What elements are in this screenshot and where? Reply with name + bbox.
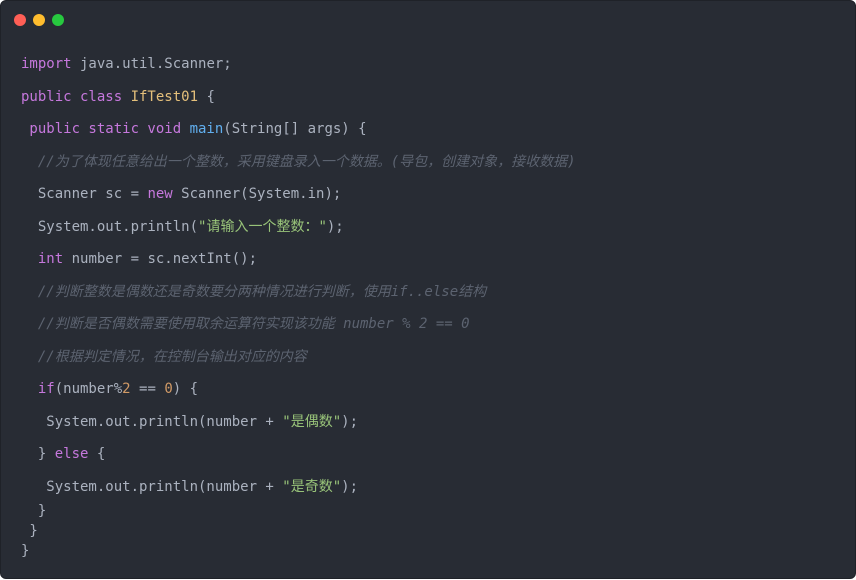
code-token: //判断是否偶数需要使用取余运算符实现该功能 number % 2 == 0 [21,316,470,332]
code-token: { [88,446,106,462]
code-line: System.out.println(number + "是偶数"); [21,413,358,431]
code-token: System.out.println( [21,219,199,235]
code-line: } [21,522,38,540]
code-token: else [54,446,89,462]
code-line: if(number%2 == 0) { [21,380,198,398]
code-token: 0 [164,381,173,397]
code-line: Scanner sc = new Scanner(System.in); [21,185,341,203]
code-token: "是奇数" [282,479,342,495]
code-token: ); [341,479,359,495]
code-token: main [189,121,224,137]
code-block: import java.util.Scanner; public class If… [1,1,856,580]
code-token: ); [341,414,359,430]
code-line: import java.util.Scanner; [21,55,232,73]
code-token: //为了体现任意给出一个整数，采用键盘录入一个数据。(导包，创建对象，接收数据) [21,154,576,170]
code-line: } [21,542,29,560]
code-line: public class IfTest01 { [21,88,215,106]
code-line: System.out.println(number + "是奇数"); [21,478,358,496]
code-line: } else { [21,445,105,463]
code-line: //判断是否偶数需要使用取余运算符实现该功能 number % 2 == 0 [21,315,470,333]
code-token: (number% [54,381,123,397]
code-token: System.out.println(number + [21,414,283,430]
code-token: } [21,446,55,462]
code-line: //判断整数是偶数还是奇数要分两种情况进行判断，使用if..else结构 [21,283,486,301]
code-token: int [37,251,64,267]
code-token: number = sc.nextInt(); [63,251,258,267]
code-token: { [198,89,215,105]
code-line: //根据判定情况，在控制台输出对应的内容 [21,348,307,366]
code-token: } [21,503,47,519]
code-token: "是偶数" [282,414,342,430]
code-token: IfTest01 [130,89,199,105]
code-token: new [147,186,173,202]
code-line: public static void main(String[] args) { [21,120,367,138]
code-token: //判断整数是偶数还是奇数要分两种情况进行判断，使用if..else结构 [21,284,487,300]
code-token: } [21,523,38,539]
code-token: import [21,56,72,72]
code-token: "请输入一个整数：" [198,219,327,235]
code-token: public class [21,89,131,105]
code-token: Scanner(System.in); [172,186,342,202]
code-line: } [21,502,46,520]
code-token: 2 [122,381,131,397]
code-line: System.out.println("请输入一个整数："); [21,218,344,236]
code-token: ); [326,219,344,235]
code-line: int number = sc.nextInt(); [21,250,257,268]
code-token: == [130,381,165,397]
code-token: if [37,381,55,397]
code-token: ) { [172,381,199,397]
code-token: Scanner sc = [21,186,148,202]
code-token: (String[] args) { [223,121,367,137]
code-token: } [21,543,30,559]
code-window: import java.util.Scanner; public class If… [0,0,856,579]
code-token: java.util.Scanner; [71,56,232,72]
code-token: //根据判定情况，在控制台输出对应的内容 [21,349,307,365]
code-line: //为了体现任意给出一个整数，采用键盘录入一个数据。(导包，创建对象，接收数据) [21,153,576,171]
code-token: System.out.println(number + [21,479,283,495]
code-token: public static void [21,121,190,137]
